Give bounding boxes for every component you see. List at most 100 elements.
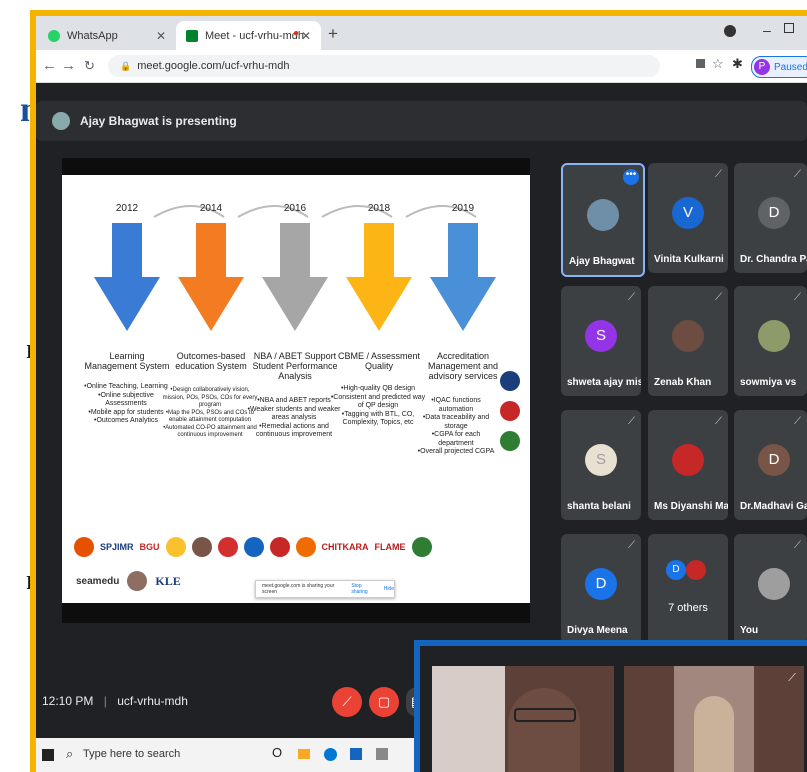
participant-tile[interactable]: ⟋ D Dr.Madhavi Gaur <box>734 410 807 520</box>
whatsapp-icon <box>48 29 60 42</box>
search-icon: ⌕ <box>66 746 74 761</box>
participant-tile[interactable]: ⟋ S shweta ajay mis... <box>561 286 641 396</box>
meeting-time: 12:10 PM <box>42 694 94 708</box>
participant-tile[interactable]: ••• Ajay Bhagwat <box>561 163 645 277</box>
mic-off-icon: ⟋ <box>794 540 801 551</box>
url-field[interactable]: 🔒 meet.google.com/ucf-vrhu-mdh <box>108 55 660 77</box>
year-label: 2019 <box>451 203 475 214</box>
mic-off-icon: ⟋ <box>715 416 722 427</box>
participant-name: shanta belani <box>567 501 631 512</box>
logo-text: CHITKARA <box>321 542 369 552</box>
mic-off-icon: ⟋ <box>715 292 722 303</box>
mic-off-button[interactable]: ⟋ <box>332 687 362 717</box>
university-logo <box>500 371 520 391</box>
presentation-banner: Ajay Bhagwat is presenting <box>36 101 807 141</box>
back-icon[interactable]: ← <box>42 57 57 74</box>
glasses-icon <box>514 708 576 722</box>
mic-off-icon: ⟋ <box>794 292 801 303</box>
taskbar-search-box[interactable]: Type here to search <box>83 748 180 760</box>
media-icon[interactable] <box>696 59 705 68</box>
recording-indicator-icon: ● <box>292 28 299 39</box>
camera-off-button[interactable]: ▢ <box>369 687 399 717</box>
windows-taskbar: ⌕ Type here to search O <box>36 738 436 772</box>
university-logo <box>191 537 212 557</box>
logo-text: FLAME <box>374 542 406 552</box>
avatar: D <box>758 197 790 229</box>
participant-tile[interactable]: ⟋ sowmiya vs <box>734 286 807 396</box>
minimize-button[interactable]: – <box>763 22 771 38</box>
logo-text: BGU <box>139 542 160 552</box>
stop-sharing-button[interactable]: Stop sharing <box>351 583 377 595</box>
participant-tile[interactable]: D 7 others <box>648 534 728 644</box>
avatar <box>672 320 704 352</box>
tab-bar: WhatsApp ✕ Meet - ucf-vrhu-mdh ● ✕ + – <box>36 16 807 50</box>
column-title: NBA / ABET Support Student Performance A… <box>252 351 338 381</box>
mic-off-icon: ⟋ <box>794 169 801 180</box>
avatar: D <box>758 444 790 476</box>
close-tab-icon[interactable]: ✕ <box>301 29 311 43</box>
extensions-icon[interactable]: ✱ <box>732 56 743 72</box>
participant-name: Dr. Chandra Pali... <box>740 254 807 265</box>
participant-name: Zenab Khan <box>654 377 712 388</box>
avatar: S <box>585 444 617 476</box>
university-logo <box>295 537 316 557</box>
forward-icon[interactable]: → <box>61 57 76 74</box>
avatar: S <box>585 320 617 352</box>
tab-meet[interactable]: Meet - ucf-vrhu-mdh ● ✕ <box>176 21 321 50</box>
logo-text: SPJIMR <box>100 542 134 552</box>
participant-tile[interactable]: ⟋ D Dr. Chandra Pali... <box>734 163 807 273</box>
logo-text: seamedu <box>76 575 120 587</box>
person-silhouette <box>694 696 734 772</box>
mic-off-icon: ⟋ <box>794 416 801 427</box>
participant-tile[interactable]: ⟋ S shanta belani <box>561 410 641 520</box>
more-options-icon[interactable]: ••• <box>623 169 639 185</box>
participant-name: Divya Meena <box>567 625 628 636</box>
university-logo <box>269 537 290 557</box>
new-tab-button[interactable]: + <box>328 24 338 44</box>
store-icon[interactable] <box>350 748 362 760</box>
university-logo <box>243 537 264 557</box>
tab-whatsapp[interactable]: WhatsApp ✕ <box>38 21 176 50</box>
presenter-video <box>432 666 614 772</box>
participant-tile[interactable]: ⟋ D Divya Meena <box>561 534 641 644</box>
presenting-label: Ajay Bhagwat is presenting <box>80 114 237 128</box>
windows-start-icon[interactable] <box>42 749 54 761</box>
participant-tile[interactable]: ⟋ You <box>734 534 807 644</box>
arrow-2018 <box>346 223 412 331</box>
mic-off-icon: ⟋ <box>788 672 796 684</box>
edge-icon[interactable] <box>324 748 337 761</box>
reload-icon[interactable]: ↻ <box>84 58 95 74</box>
year-label: 2018 <box>367 203 391 214</box>
participant-name: Vinita Kulkarni <box>654 254 724 265</box>
university-logo <box>165 537 186 557</box>
mic-off-icon: ⟋ <box>628 540 635 551</box>
profile-button[interactable]: P Paused <box>751 56 807 78</box>
star-icon[interactable]: ☆ <box>712 56 724 72</box>
restore-button[interactable] <box>784 23 794 33</box>
participant-tile[interactable]: ⟋ V Vinita Kulkarni <box>648 163 728 273</box>
participant-name: 7 others <box>668 602 708 614</box>
avatar <box>758 320 790 352</box>
close-tab-icon[interactable]: ✕ <box>156 29 166 43</box>
meet-icon <box>186 29 198 42</box>
participant-tile[interactable]: ⟋ Ms Diyanshi Ma... <box>648 410 728 520</box>
hide-button[interactable]: Hide <box>384 586 394 592</box>
person-silhouette <box>508 688 580 772</box>
video-overlay: ⟋ <box>414 640 807 772</box>
avatar <box>672 444 704 476</box>
year-label: 2014 <box>199 203 223 214</box>
university-logo <box>500 431 520 451</box>
task-view-icon[interactable]: O <box>272 745 282 760</box>
year-label: 2016 <box>283 203 307 214</box>
tab-title: WhatsApp <box>67 29 118 42</box>
participant-video: ⟋ <box>624 666 804 772</box>
participant-tile[interactable]: ⟋ Zenab Khan <box>648 286 728 396</box>
app-icon[interactable] <box>376 748 388 760</box>
file-explorer-icon[interactable] <box>298 749 310 759</box>
participant-name: Dr.Madhavi Gaur <box>740 501 807 512</box>
participant-name: Ms Diyanshi Ma... <box>654 501 728 512</box>
arrow-2019 <box>430 223 496 331</box>
column-bullets: •IQAC functions automation •Data traceabi… <box>417 397 495 455</box>
avatar: D <box>585 568 617 600</box>
url-text: meet.google.com/ucf-vrhu-mdh <box>137 60 290 72</box>
